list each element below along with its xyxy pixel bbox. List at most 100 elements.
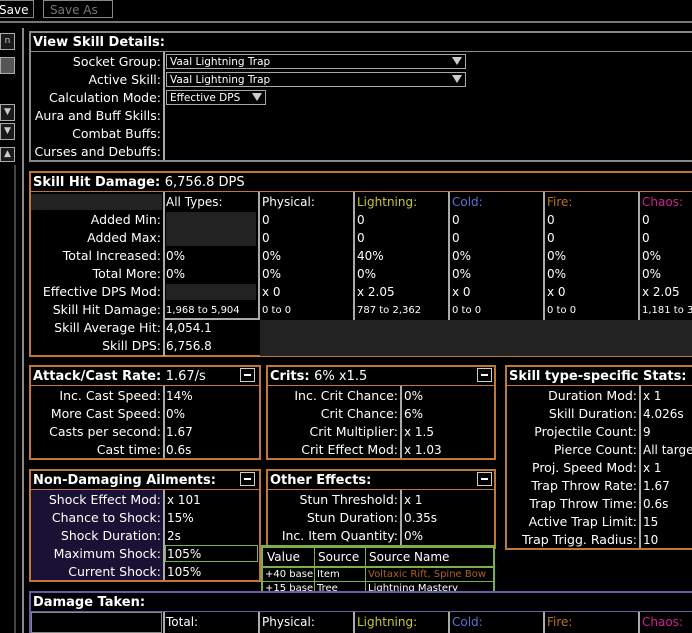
sidebar-scrollbar[interactable] bbox=[14, 165, 16, 633]
hit-cell: 0% bbox=[642, 267, 662, 281]
ailment-stat-value: 105% bbox=[167, 565, 202, 579]
hit-row-label: Total Increased: bbox=[62, 248, 161, 263]
summary-blank-area bbox=[260, 320, 692, 356]
tooltip-row-source-name: Voltaxic Rift, Spine Bow bbox=[368, 569, 487, 580]
skill-type-stat-value: x 1 bbox=[643, 461, 662, 475]
hit-cell: 4,054.1 bbox=[166, 321, 212, 335]
sidebar-field[interactable] bbox=[0, 57, 15, 74]
column-divider bbox=[163, 612, 165, 633]
crit-stat-value: x 1.03 bbox=[404, 443, 442, 457]
column-divider bbox=[543, 612, 545, 633]
sidebar-button[interactable]: n bbox=[0, 33, 15, 50]
column-header: All Types: bbox=[166, 195, 223, 209]
active-skill-select[interactable]: Vaal Lightning Trap bbox=[166, 72, 466, 87]
aura-buff-label: Aura and Buff Skills: bbox=[34, 108, 161, 123]
tooltip-header-value: Value bbox=[267, 550, 300, 564]
crit-stat-label: Crit Effect Mod: bbox=[301, 442, 398, 457]
hit-cell: 6,756.8 bbox=[166, 339, 212, 353]
col-divider bbox=[365, 547, 366, 595]
label-divider bbox=[163, 386, 165, 458]
hit-cell: x 0 bbox=[262, 285, 281, 299]
skill-type-stat-value: All targets bbox=[643, 443, 692, 457]
save-button[interactable]: Save bbox=[0, 0, 34, 18]
other-effect-stat-value: x 1 bbox=[404, 493, 423, 507]
collapse-icon[interactable] bbox=[477, 472, 492, 486]
divider bbox=[263, 547, 493, 548]
column-divider bbox=[638, 192, 640, 320]
column-header: Physical: bbox=[262, 195, 315, 209]
col-divider bbox=[314, 547, 315, 595]
other-effect-stat-label: Inc. Item Quantity: bbox=[281, 528, 398, 543]
socket-group-label: Socket Group: bbox=[72, 54, 161, 69]
divider bbox=[263, 581, 493, 582]
skill-type-stat-label: Trap Trigg. Radius: bbox=[522, 532, 637, 547]
calcs-tab: Save Save As n ▼ ▼ ▲ View Skill Details:… bbox=[0, 0, 692, 633]
skill-type-stat-label: Proj. Speed Mod: bbox=[532, 460, 637, 475]
hit-cell: x 2.05 bbox=[357, 285, 395, 299]
calc-mode-label: Calculation Mode: bbox=[49, 90, 161, 105]
dropdown-arrow-icon[interactable]: ▼ bbox=[0, 104, 15, 121]
crits-title: Crits: 6% x1.5 bbox=[270, 370, 367, 383]
hit-cell: 1,181 to 3,543 bbox=[642, 305, 692, 316]
column-divider bbox=[448, 192, 450, 320]
column-divider bbox=[638, 612, 640, 633]
ailment-stat-label: Current Shock: bbox=[68, 564, 161, 579]
damage-taken-title: Damage Taken: bbox=[33, 595, 146, 610]
hit-cell: 0% bbox=[166, 267, 186, 281]
hit-cell: 1,968 to 5,904 bbox=[166, 305, 240, 316]
toolbar-divider bbox=[0, 21, 692, 23]
collapse-icon[interactable] bbox=[240, 472, 255, 486]
hit-cell: 0 bbox=[642, 213, 650, 227]
attack-stat-value: 0.6s bbox=[166, 443, 192, 457]
save-as-button[interactable]: Save As bbox=[43, 0, 113, 18]
dropdown-arrow-icon[interactable]: ▼ bbox=[0, 123, 15, 140]
hit-cell: x 2.05 bbox=[642, 285, 680, 299]
divider bbox=[31, 51, 692, 52]
curses-label: Curses and Debuffs: bbox=[34, 144, 161, 159]
crit-stat-value: x 1.5 bbox=[404, 425, 434, 439]
hit-cell: 0% bbox=[262, 249, 282, 263]
ailments-title: Non-Damaging Ailments: bbox=[33, 473, 216, 488]
skill-type-stat-value: x 1 bbox=[643, 389, 662, 403]
other-title: Other Effects: bbox=[270, 473, 372, 488]
skill-type-stat-value: 0.6s bbox=[643, 497, 669, 511]
hit-row-label: Added Min: bbox=[90, 212, 161, 227]
column-divider bbox=[543, 192, 545, 320]
attack-stat-label: Cast time: bbox=[96, 442, 161, 457]
taken-column-header: Cold: bbox=[452, 615, 483, 629]
hit-cell: 0% bbox=[452, 267, 472, 281]
active-skill-value: Vaal Lightning Trap bbox=[170, 74, 271, 86]
breakdown-tooltip: Value Source Source Name +40 base Item V… bbox=[261, 545, 495, 597]
skill-type-stat-value: 9 bbox=[643, 425, 651, 439]
collapse-icon[interactable] bbox=[477, 368, 492, 382]
attack-stat-label: Casts per second: bbox=[49, 424, 161, 439]
active-skill-label: Active Skill: bbox=[88, 72, 161, 87]
dps-mod-blank-cell bbox=[166, 284, 256, 300]
ailment-stat-label: Maximum Shock: bbox=[53, 546, 161, 561]
hit-cell: 0 bbox=[357, 213, 365, 227]
crit-stat-value: 6% bbox=[404, 407, 424, 421]
collapse-icon[interactable] bbox=[240, 368, 255, 382]
skill-type-stat-value: 1.67 bbox=[643, 479, 670, 493]
hit-cell: 0% bbox=[357, 267, 377, 281]
header-blank-cell bbox=[31, 194, 162, 210]
socket-group-select[interactable]: Vaal Lightning Trap bbox=[166, 54, 466, 69]
hit-cell: 0% bbox=[166, 249, 186, 263]
hit-row-label: Total More: bbox=[92, 266, 161, 281]
attack-stat-label: More Cast Speed: bbox=[50, 406, 161, 421]
panel-divider bbox=[22, 28, 24, 633]
ailment-stat-value: 2s bbox=[167, 529, 181, 543]
skill-type-stat-label: Duration Mod: bbox=[548, 388, 637, 403]
column-header: Fire: bbox=[547, 195, 573, 209]
calc-mode-select[interactable]: Effective DPS bbox=[166, 90, 266, 105]
chevron-down-icon bbox=[452, 57, 462, 65]
hit-cell: x 0 bbox=[547, 285, 566, 299]
crit-stat-label: Crit Chance: bbox=[320, 406, 398, 421]
scroll-up-icon[interactable]: ▲ bbox=[0, 147, 15, 162]
skill-type-stat-value: 4.026s bbox=[643, 407, 684, 421]
skill-type-stat-label: Active Trap Limit: bbox=[528, 514, 637, 529]
taken-column-header: Lightning: bbox=[357, 615, 418, 629]
hit-cell: 0 bbox=[452, 231, 460, 245]
hit-cell: 0 bbox=[452, 213, 460, 227]
skill-type-title: Skill type-specific Stats: bbox=[509, 369, 687, 384]
